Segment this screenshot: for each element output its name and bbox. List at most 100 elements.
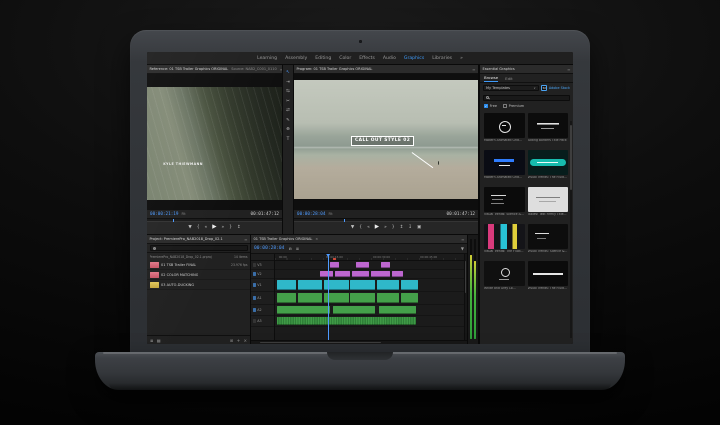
graphics-clip[interactable]: [335, 271, 350, 277]
type-tool[interactable]: T: [287, 137, 290, 142]
track-a2[interactable]: [275, 305, 464, 316]
program-playhead[interactable]: [344, 219, 345, 222]
timeline-current-timecode[interactable]: 00:00:28:04: [254, 246, 284, 251]
panel-menu-icon[interactable]: ≡: [461, 237, 464, 242]
program-zoom-select[interactable]: Fit: [328, 212, 332, 216]
tab-program-monitor[interactable]: Program: 01 TSB Trailer Graphics ORIGINA…: [297, 67, 373, 71]
template-card[interactable]: Visual Trends: Silence &...: [484, 187, 525, 221]
track-header-a3[interactable]: A3: [251, 316, 274, 327]
track-target-toggle[interactable]: [253, 319, 256, 322]
graphics-clip[interactable]: [371, 271, 390, 277]
template-card[interactable]: Visual Trends: Silence &...: [528, 224, 569, 258]
template-thumbnail[interactable]: [528, 187, 569, 212]
step-forward-button[interactable]: »: [222, 226, 225, 230]
pen-tool[interactable]: ✎: [286, 118, 290, 123]
template-card[interactable]: Sliding Borders Title Pack: [528, 113, 569, 147]
step-back-button[interactable]: «: [205, 226, 208, 230]
audio-clip[interactable]: [377, 293, 400, 303]
mark-out-button[interactable]: }: [229, 226, 232, 230]
track-header-v3[interactable]: V3: [251, 261, 274, 270]
add-marker-button[interactable]: ▼: [188, 226, 191, 230]
step-forward-button[interactable]: »: [384, 226, 387, 230]
mark-in-button[interactable]: {: [197, 226, 200, 230]
track-header-v2[interactable]: V2: [251, 270, 274, 279]
timeline-ruler[interactable]: 00:00 00:00:15:00 00:00:30:00 00:00:45:0…: [275, 254, 464, 261]
audio-clip[interactable]: [350, 293, 375, 303]
template-thumbnail[interactable]: [528, 261, 569, 286]
graphics-clip[interactable]: [392, 271, 403, 277]
new-bin-icon[interactable]: ⊞: [230, 338, 233, 343]
project-item-row[interactable]: 01 TSB Trailer FINAL 23.976 fps: [147, 260, 250, 270]
templates-scrollbar[interactable]: [570, 121, 572, 338]
music-clip[interactable]: [277, 317, 416, 325]
tab-browse[interactable]: Browse: [484, 75, 498, 82]
filter-free[interactable]: ✓ Free: [484, 104, 497, 108]
new-item-icon[interactable]: +: [237, 338, 240, 343]
panel-menu-icon[interactable]: ≡: [244, 237, 247, 242]
tab-edit[interactable]: Edit: [505, 76, 513, 81]
video-clip[interactable]: [350, 280, 375, 290]
templates-search-input[interactable]: [483, 95, 570, 101]
track-v2[interactable]: [275, 270, 464, 279]
tab-sequence[interactable]: 01 TSB Trailer Graphics ORIGINAL: [254, 237, 313, 241]
workspace-overflow-icon[interactable]: »: [460, 56, 463, 61]
source-playhead[interactable]: [173, 219, 174, 222]
callout-title-overlay[interactable]: CALL OUT STYLE 02: [351, 136, 414, 146]
timeline-horizontal-scrollbar[interactable]: [251, 340, 467, 345]
workspace-tab-libraries[interactable]: Libraries: [432, 56, 452, 61]
program-current-timecode[interactable]: 00:00:28:04: [297, 212, 325, 217]
template-thumbnail[interactable]: [484, 224, 525, 249]
template-card[interactable]: Visual Trends: The Fluid...: [484, 224, 525, 258]
play-button[interactable]: ▶: [212, 225, 216, 231]
workspace-tab-audio[interactable]: Audio: [383, 56, 396, 61]
template-card[interactable]: Visual Trends: The Fluid...: [528, 150, 569, 184]
source-scrub-bar[interactable]: [147, 218, 282, 222]
step-back-button[interactable]: «: [367, 226, 370, 230]
project-item-row[interactable]: 03 AUTO-DUCKING: [147, 280, 250, 290]
tab-source-monitor[interactable]: Source: NAB2_C001_0110: [231, 67, 277, 71]
graphics-clip[interactable]: [356, 262, 369, 268]
ripple-edit-tool[interactable]: ⇆: [286, 89, 290, 94]
audio-clip[interactable]: [298, 293, 323, 303]
track-header-a1[interactable]: A1: [251, 292, 274, 305]
tab-project[interactable]: Project: PremierePro_NAB2018_Drop_02.1: [150, 237, 223, 241]
mark-in-button[interactable]: {: [359, 226, 362, 230]
panel-menu-icon[interactable]: ≡: [472, 67, 475, 72]
timeline-playhead[interactable]: [328, 254, 329, 340]
mark-out-button[interactable]: }: [392, 226, 395, 230]
project-search-input[interactable]: [150, 245, 248, 251]
adobe-stock-link[interactable]: St Adobe Stock: [541, 85, 570, 91]
selection-tool[interactable]: ↖: [286, 70, 290, 75]
template-thumbnail[interactable]: [484, 261, 525, 286]
add-marker-button[interactable]: ▼: [351, 226, 354, 230]
insert-button[interactable]: ↥: [237, 226, 241, 230]
template-card[interactable]: Visual Trends: The Fluid...: [528, 261, 569, 295]
template-thumbnail[interactable]: [484, 150, 525, 175]
snap-toggle-icon[interactable]: ⋒: [288, 246, 291, 251]
sequence-marker[interactable]: [333, 258, 335, 260]
workspace-tab-effects[interactable]: Effects: [359, 56, 375, 61]
play-button[interactable]: ▶: [375, 225, 379, 231]
audio-clip[interactable]: [379, 306, 417, 314]
template-card[interactable]: Tables! Text Firmly Title...: [528, 187, 569, 221]
track-target-toggle[interactable]: [253, 296, 256, 299]
template-thumbnail[interactable]: [528, 113, 569, 138]
panel-menu-icon[interactable]: ≡: [280, 67, 282, 72]
template-thumbnail[interactable]: [484, 113, 525, 138]
track-v1[interactable]: [275, 279, 464, 292]
track-a1[interactable]: [275, 292, 464, 305]
graphics-clip[interactable]: [352, 271, 369, 277]
checkbox-icon[interactable]: [503, 104, 507, 108]
track-target-toggle[interactable]: [253, 308, 256, 311]
track-target-toggle[interactable]: [253, 283, 256, 286]
track-header-v1[interactable]: V1: [251, 279, 274, 292]
audio-clip[interactable]: [401, 293, 418, 303]
workspace-tab-learning[interactable]: Learning: [257, 56, 277, 61]
program-scrub-bar[interactable]: [294, 218, 478, 222]
video-clip[interactable]: [277, 280, 296, 290]
filter-premium[interactable]: Premium: [503, 104, 524, 108]
extract-button[interactable]: ↧: [408, 226, 412, 230]
timeline-tracks-area[interactable]: 00:00 00:00:15:00 00:00:30:00 00:00:45:0…: [275, 254, 464, 340]
list-view-icon[interactable]: ≣: [150, 338, 153, 343]
template-card[interactable]: Modern Animated Grid...: [484, 113, 525, 147]
